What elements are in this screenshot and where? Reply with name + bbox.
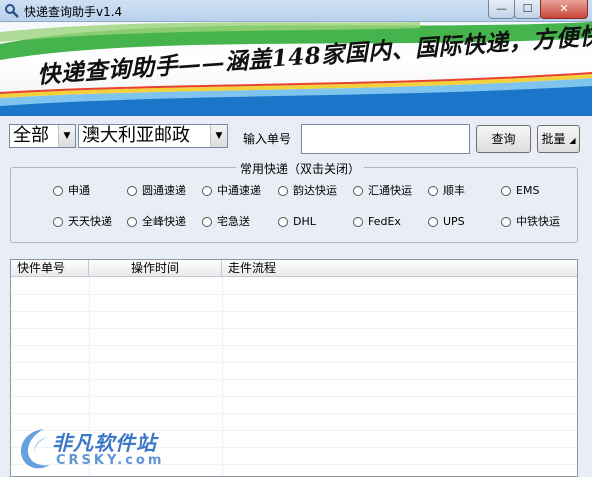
row-divider <box>11 328 577 329</box>
courier-radio-label: EMS <box>516 184 540 197</box>
courier-radio-label: 宅急送 <box>217 215 250 228</box>
chevron-down-icon[interactable]: ▼ <box>58 125 75 147</box>
radio-circle-icon[interactable] <box>53 217 63 227</box>
crsky-logo-icon <box>20 429 50 469</box>
close-button[interactable]: ✕ <box>540 0 588 19</box>
tracking-number-label: 输入单号 <box>243 132 292 146</box>
row-divider <box>11 345 577 346</box>
common-couriers-group <box>10 167 578 243</box>
window-title: 快递查询助手v1.4 <box>24 5 123 19</box>
radio-circle-icon[interactable] <box>202 217 212 227</box>
column-header-tracking-number[interactable]: 快件单号 <box>11 260 89 276</box>
watermark-brand-en: CRSKY.com <box>56 453 165 468</box>
row-divider <box>11 311 577 312</box>
row-divider <box>11 294 577 295</box>
common-couriers-title: 常用快递（双击关闭） <box>236 160 365 177</box>
courier-radio-label: 中通速递 <box>217 184 261 197</box>
radio-circle-icon[interactable] <box>353 217 363 227</box>
table-header: 快件单号 操作时间 走件流程 <box>11 260 577 277</box>
column-header-delivery-progress[interactable]: 走件流程 <box>222 260 577 276</box>
courier-radio-label: 中铁快运 <box>516 215 560 228</box>
courier-radio-label: UPS <box>443 215 465 228</box>
watermark-brand-cn: 非凡软件站 <box>52 431 157 455</box>
radio-circle-icon[interactable] <box>428 217 438 227</box>
maximize-button[interactable]: ☐ <box>514 0 541 19</box>
watermark: 非凡软件站 CRSKY.com <box>14 423 174 475</box>
category-dropdown[interactable]: 全部 ▼ <box>9 124 76 148</box>
row-divider <box>11 379 577 380</box>
courier-radio-label: 顺丰 <box>443 184 465 197</box>
radio-circle-icon[interactable] <box>353 186 363 196</box>
category-dropdown-value: 全部 <box>13 125 49 146</box>
query-button[interactable]: 查询 <box>476 125 531 153</box>
radio-circle-icon[interactable] <box>127 186 137 196</box>
radio-circle-icon[interactable] <box>278 217 288 227</box>
row-divider <box>11 413 577 414</box>
app-icon <box>5 4 19 18</box>
caret-right-icon: ◢ <box>569 136 576 145</box>
banner: 快递查询助手——涵盖148家国内、国际快递，方便快捷查快递！ <box>0 22 592 116</box>
radio-circle-icon[interactable] <box>501 217 511 227</box>
company-dropdown[interactable]: 澳大利亚邮政 ▼ <box>78 124 228 148</box>
row-divider <box>11 396 577 397</box>
column-header-operation-time[interactable]: 操作时间 <box>89 260 222 276</box>
company-dropdown-value: 澳大利亚邮政 <box>82 125 190 146</box>
courier-radio-label: 天天快递 <box>68 215 112 228</box>
radio-circle-icon[interactable] <box>501 186 511 196</box>
courier-radio-label: 韵达快运 <box>293 184 337 197</box>
courier-radio-label: DHL <box>293 215 316 228</box>
courier-radio-label: 圆通速递 <box>142 184 186 197</box>
radio-circle-icon[interactable] <box>428 186 438 196</box>
batch-button-label: 批量 <box>541 132 566 146</box>
tracking-number-input[interactable] <box>301 124 470 154</box>
courier-radio-label: 全峰快递 <box>142 215 186 228</box>
batch-button[interactable]: 批量 ◢ <box>537 125 580 153</box>
minimize-button[interactable]: — <box>488 0 515 19</box>
radio-circle-icon[interactable] <box>53 186 63 196</box>
courier-radio-label: 汇通快运 <box>368 184 412 197</box>
radio-circle-icon[interactable] <box>127 217 137 227</box>
courier-radio-label: FedEx <box>368 215 401 228</box>
courier-radio-label: 申通 <box>68 184 90 197</box>
row-divider <box>11 362 577 363</box>
radio-circle-icon[interactable] <box>202 186 212 196</box>
chevron-down-icon[interactable]: ▼ <box>210 125 227 147</box>
title-bar[interactable]: 快递查询助手v1.4 — ☐ ✕ <box>0 0 592 22</box>
radio-circle-icon[interactable] <box>278 186 288 196</box>
